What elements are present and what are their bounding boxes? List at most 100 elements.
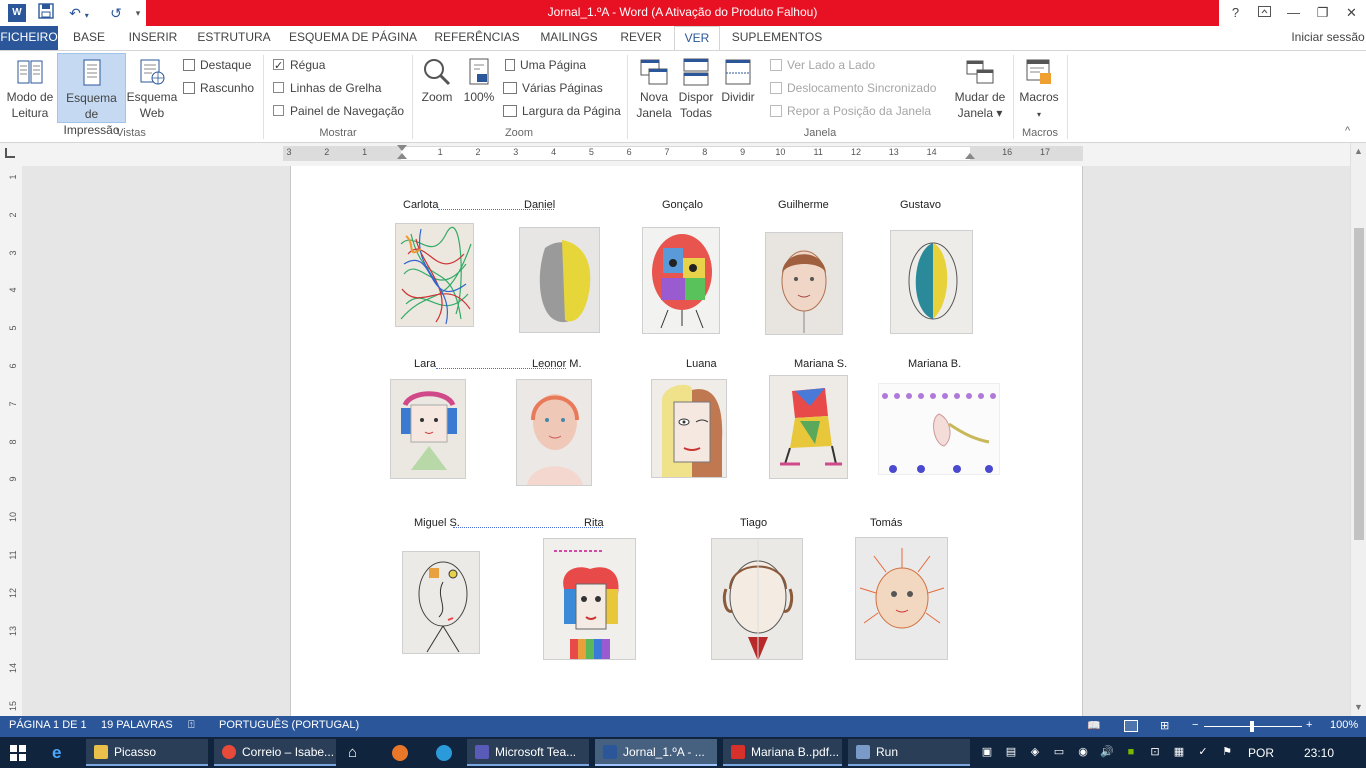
tab-mailings[interactable]: MAILINGS bbox=[534, 26, 604, 50]
outline-button[interactable]: Destaque bbox=[183, 55, 251, 75]
drawing-carlota[interactable] bbox=[395, 223, 474, 327]
tray-icon[interactable]: ◉ bbox=[1076, 745, 1090, 759]
print-layout-view-icon[interactable] bbox=[1124, 720, 1138, 732]
clock[interactable]: 23:10 bbox=[1304, 746, 1334, 760]
gridlines-checkbox[interactable]: Linhas de Grelha bbox=[273, 78, 381, 98]
nvidia-icon[interactable]: ■ bbox=[1124, 745, 1138, 759]
tab-inserir[interactable]: INSERIR bbox=[124, 26, 182, 50]
synchronous-scrolling-button[interactable]: Deslocamento Sincronizado bbox=[770, 78, 936, 98]
tray-icon[interactable]: ◈ bbox=[1028, 745, 1042, 759]
word-count[interactable]: 19 PALAVRAS bbox=[101, 719, 173, 731]
ribbon-display-options-icon[interactable] bbox=[1250, 0, 1279, 26]
drawing-daniel[interactable] bbox=[519, 227, 600, 333]
tab-referencias[interactable]: REFERÊNCIAS bbox=[432, 26, 522, 50]
one-page-button[interactable]: Uma Página bbox=[505, 55, 586, 75]
reset-window-position-button[interactable]: Repor a Posição da Janela bbox=[770, 101, 931, 121]
tab-ficheiro[interactable]: FICHEIRO bbox=[0, 26, 58, 50]
read-mode-view-icon[interactable]: 📖 bbox=[1087, 719, 1101, 732]
help-button[interactable]: ? bbox=[1221, 0, 1250, 26]
taskbar-item-word[interactable]: Jornal_1.ºA - ... bbox=[595, 739, 717, 766]
tray-icon[interactable]: ▦ bbox=[1172, 745, 1186, 759]
first-line-indent-marker[interactable] bbox=[397, 145, 407, 151]
switch-windows-button[interactable]: Mudar de Janela ▾ bbox=[952, 53, 1008, 123]
scrollbar-thumb[interactable] bbox=[1354, 228, 1364, 540]
tab-esquema-de-pagina[interactable]: ESQUEMA DE PÁGINA bbox=[286, 26, 420, 50]
zoom-slider-handle[interactable] bbox=[1250, 721, 1254, 732]
new-window-button[interactable]: Nova Janela bbox=[634, 53, 674, 123]
zoom-button[interactable]: Zoom bbox=[418, 53, 456, 123]
read-mode-button[interactable]: Modo de Leitura bbox=[4, 53, 56, 123]
vertical-scrollbar[interactable]: ▲ ▼ bbox=[1350, 143, 1366, 716]
multiple-pages-button[interactable]: Várias Páginas bbox=[503, 78, 603, 98]
zoom-in-icon[interactable]: + bbox=[1306, 719, 1312, 731]
drawing-luana[interactable] bbox=[651, 379, 727, 478]
undo-icon[interactable]: ↶ ▾ bbox=[64, 3, 94, 23]
tray-icon[interactable]: ▭ bbox=[1052, 745, 1066, 759]
right-indent-marker[interactable] bbox=[965, 153, 975, 159]
save-icon[interactable] bbox=[36, 3, 56, 23]
tab-estrutura[interactable]: ESTRUTURA bbox=[194, 26, 274, 50]
page-count[interactable]: PÁGINA 1 DE 1 bbox=[9, 719, 87, 731]
drawing-leonor-m[interactable] bbox=[516, 379, 592, 486]
navigation-pane-checkbox[interactable]: Painel de Navegação bbox=[273, 101, 404, 121]
windows-start-icon[interactable] bbox=[10, 745, 26, 764]
page-width-button[interactable]: Largura da Página bbox=[503, 101, 621, 121]
zoom-100-button[interactable]: 100% bbox=[460, 53, 498, 123]
volume-icon[interactable]: 🔊 bbox=[1100, 745, 1114, 759]
input-language[interactable]: POR bbox=[1248, 746, 1274, 760]
proofing-icon[interactable]: ⍐ bbox=[188, 719, 195, 732]
network-icon[interactable]: ⊡ bbox=[1148, 745, 1162, 759]
zoom-out-icon[interactable]: − bbox=[1192, 719, 1198, 731]
tab-base[interactable]: BASE bbox=[66, 26, 112, 50]
sign-in-link[interactable]: Iniciar sessão bbox=[1290, 26, 1366, 50]
drawing-mariana-s[interactable] bbox=[769, 375, 848, 479]
hanging-indent-marker[interactable] bbox=[397, 153, 407, 159]
drawing-mariana-b[interactable] bbox=[878, 383, 1000, 475]
split-button[interactable]: Dividir bbox=[718, 53, 758, 123]
taskbar-item-picasso[interactable]: Picasso bbox=[86, 739, 208, 766]
macros-button[interactable]: Macros ▾ bbox=[1016, 53, 1062, 123]
redo-icon[interactable]: ↺ bbox=[104, 3, 128, 23]
ruler-checkbox[interactable]: Régua bbox=[273, 55, 325, 76]
view-side-by-side-button[interactable]: Ver Lado a Lado bbox=[770, 55, 875, 75]
draft-button[interactable]: Rascunho bbox=[183, 78, 254, 98]
restore-button[interactable]: ❐ bbox=[1308, 0, 1337, 26]
tray-icon[interactable]: ▤ bbox=[1004, 745, 1018, 759]
minimize-button[interactable]: — bbox=[1279, 0, 1308, 26]
close-button[interactable]: ✕ bbox=[1337, 0, 1366, 26]
zoom-level[interactable]: 100% bbox=[1330, 719, 1358, 731]
drawing-tiago[interactable] bbox=[711, 538, 803, 660]
taskbar-item-chrome[interactable]: Correio – Isabe... bbox=[214, 739, 336, 766]
arrange-all-button[interactable]: Dispor Todas bbox=[676, 53, 716, 123]
taskbar-item-run[interactable]: Run bbox=[848, 739, 970, 766]
drawing-gustavo[interactable] bbox=[890, 230, 973, 334]
scroll-up-icon[interactable]: ▲ bbox=[1354, 146, 1363, 156]
drawing-miguel-s[interactable] bbox=[402, 551, 480, 654]
scroll-down-icon[interactable]: ▼ bbox=[1354, 702, 1363, 712]
tab-ver[interactable]: VER bbox=[674, 26, 720, 51]
drawing-tomas[interactable] bbox=[855, 537, 948, 660]
language-indicator[interactable]: PORTUGUÊS (PORTUGAL) bbox=[219, 719, 359, 731]
tab-selector-icon[interactable] bbox=[5, 148, 15, 158]
print-layout-button[interactable]: Esquema de Impressão bbox=[57, 53, 126, 137]
tab-rever[interactable]: REVER bbox=[616, 26, 666, 50]
firefox-icon[interactable] bbox=[392, 745, 408, 761]
collapse-ribbon-icon[interactable]: ^ bbox=[1345, 125, 1350, 137]
taskbar-item-pdf[interactable]: Mariana B..pdf... bbox=[723, 739, 842, 766]
web-layout-button[interactable]: Esquema Web bbox=[126, 53, 178, 123]
drawing-lara[interactable] bbox=[390, 379, 466, 479]
teams-tray-icon[interactable]: ▣ bbox=[980, 745, 994, 759]
word-app-icon[interactable]: W bbox=[8, 4, 26, 22]
internet-explorer-icon[interactable]: e bbox=[52, 743, 61, 763]
taskbar-item-teams[interactable]: Microsoft Tea... bbox=[467, 739, 589, 766]
web-layout-view-icon[interactable]: ⊞ bbox=[1160, 719, 1169, 732]
drawing-guilherme[interactable] bbox=[765, 232, 843, 335]
action-center-flag-icon[interactable]: ⚑ bbox=[1220, 745, 1234, 759]
tab-suplementos[interactable]: SUPLEMENTOS bbox=[728, 26, 826, 50]
drawing-rita[interactable] bbox=[543, 538, 636, 660]
tray-icon[interactable]: ✓ bbox=[1196, 745, 1210, 759]
customize-qat-icon[interactable]: ▾ bbox=[132, 3, 144, 23]
home-icon[interactable]: ⌂ bbox=[348, 744, 357, 761]
drawing-goncalo[interactable] bbox=[642, 227, 720, 334]
edge-icon[interactable] bbox=[436, 745, 452, 761]
